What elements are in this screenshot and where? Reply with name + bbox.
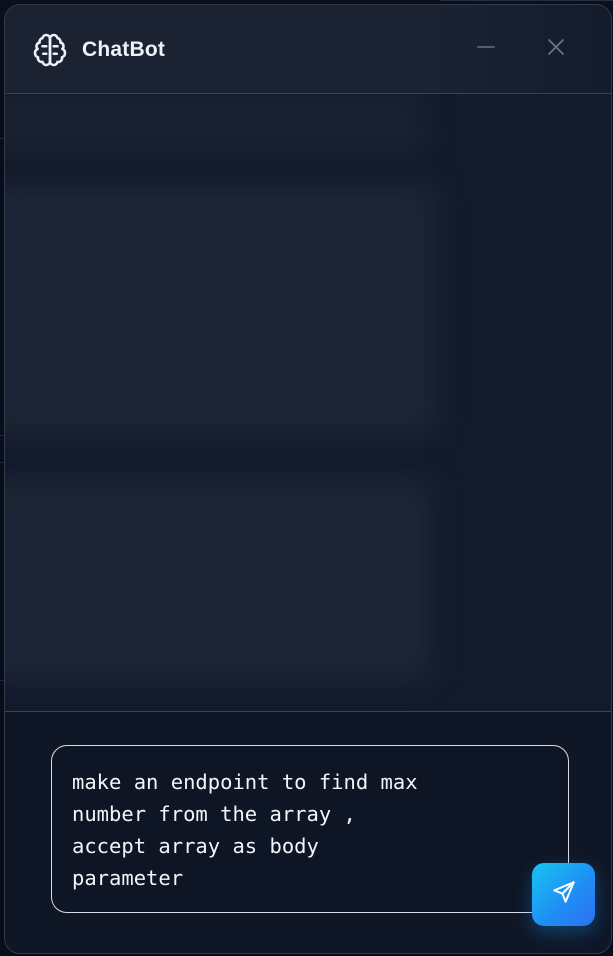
chat-header: ChatBot xyxy=(5,5,611,94)
send-icon xyxy=(551,879,577,910)
minus-icon xyxy=(476,37,496,62)
message-input-text[interactable]: make an endpoint to find max number from… xyxy=(72,766,462,894)
message-input[interactable]: make an endpoint to find max number from… xyxy=(51,745,595,926)
background-edge xyxy=(440,0,613,1)
chat-window: ChatBot make an endpoint to find max num… xyxy=(4,4,612,954)
message-placeholder xyxy=(5,480,430,680)
send-button[interactable] xyxy=(532,863,595,926)
message-placeholder xyxy=(5,185,435,435)
chat-title: ChatBot xyxy=(82,38,166,61)
message-list[interactable] xyxy=(5,95,611,711)
message-composer: make an endpoint to find max number from… xyxy=(5,711,611,953)
minimize-button[interactable] xyxy=(470,33,502,65)
message-placeholder xyxy=(5,95,425,155)
brain-icon xyxy=(32,32,68,68)
close-button[interactable] xyxy=(540,33,572,65)
close-icon xyxy=(546,37,566,62)
